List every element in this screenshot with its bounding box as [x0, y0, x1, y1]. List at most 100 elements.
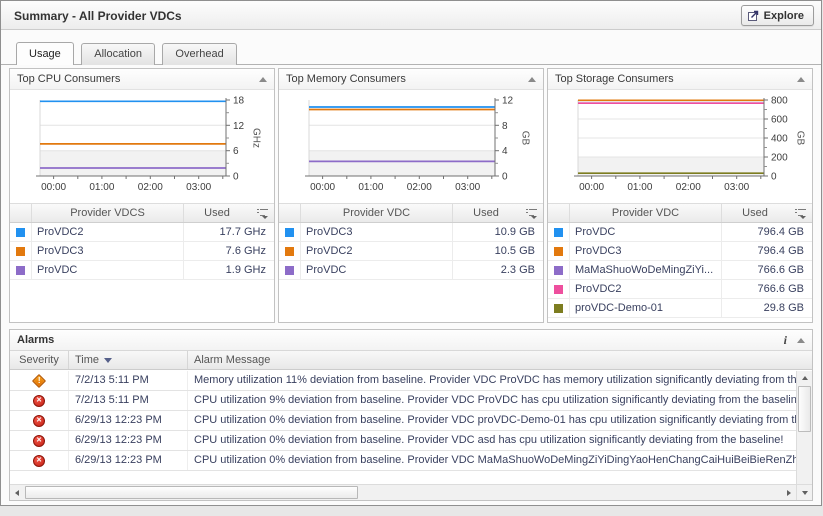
table-row[interactable]: ProVDC210.5 GB [279, 242, 543, 261]
svg-text:400: 400 [771, 134, 788, 145]
svg-text:GB: GB [795, 131, 806, 146]
info-icon[interactable]: i [784, 334, 787, 346]
provider-vdc-name: ProVDC [301, 261, 453, 279]
svg-text:200: 200 [771, 153, 788, 164]
panel-title: Top Storage Consumers [555, 73, 674, 85]
alarm-row[interactable]: !7/2/13 5:11 PMMemory utilization 11% de… [10, 371, 796, 391]
svg-text:6: 6 [233, 146, 239, 157]
svg-text:GB: GB [519, 131, 530, 146]
svg-text:03:00: 03:00 [724, 182, 749, 193]
series-swatch [10, 261, 32, 279]
table-row[interactable]: MaMaShuoWoDeMingZiYi...766.6 GB [548, 261, 812, 280]
horizontal-scrollbar[interactable] [10, 484, 796, 500]
panel-header: Top Memory Consumers [279, 69, 543, 90]
storage-consumers-table: ProVDC796.4 GBProVDC3796.4 GBMaMaShuoWoD… [548, 223, 812, 322]
scroll-left-button[interactable] [10, 485, 24, 500]
scroll-right-button[interactable] [782, 485, 796, 500]
alarm-time: 7/2/13 5:11 PM [69, 371, 188, 390]
memory-consumers-table: ProVDC310.9 GBProVDC210.5 GBProVDC2.3 GB [279, 223, 543, 322]
panel-top-memory-consumers: Top Memory Consumers 00:00 01:00 02:00 03:0… [278, 68, 544, 323]
table-header: Provider VDC Used [279, 203, 543, 223]
panel-title: Top Memory Consumers [286, 73, 406, 85]
customizer-icon[interactable] [519, 204, 543, 222]
svg-text:02:00: 02:00 [407, 182, 432, 193]
table-row[interactable]: ProVDC3796.4 GB [548, 242, 812, 261]
column-used[interactable]: Used [722, 204, 788, 222]
column-used[interactable]: Used [453, 204, 519, 222]
vertical-scrollbar[interactable] [796, 371, 812, 484]
table-row[interactable]: ProVDC217.7 GHz [10, 223, 274, 242]
column-provider-vdc[interactable]: Provider VDC [301, 204, 453, 222]
provider-vdc-name: ProVDC2 [32, 223, 184, 241]
column-alarm-message[interactable]: Alarm Message [188, 351, 812, 369]
svg-text:03:00: 03:00 [455, 182, 480, 193]
alarm-message: CPU utilization 0% deviation from baseli… [188, 411, 796, 430]
table-row[interactable]: ProVDC2766.6 GB [548, 280, 812, 299]
table-row[interactable]: ProVDC310.9 GB [279, 223, 543, 242]
warning-severity-icon: ! [32, 373, 46, 387]
column-time-label: Time [75, 351, 99, 369]
alarms-table: !7/2/13 5:11 PMMemory utilization 11% de… [10, 371, 796, 484]
table-row[interactable]: ProVDC796.4 GB [548, 223, 812, 242]
collapse-icon[interactable] [259, 77, 267, 82]
series-swatch [548, 261, 570, 279]
series-swatch [10, 242, 32, 260]
tab-allocation[interactable]: Allocation [81, 43, 155, 65]
panel-header: Top CPU Consumers [10, 69, 274, 90]
collapse-icon[interactable] [797, 338, 805, 343]
table-row[interactable]: proVDC-Demo-0129.8 GB [548, 299, 812, 318]
table-row[interactable]: ProVDC2.3 GB [279, 261, 543, 280]
table-row[interactable]: ProVDC37.6 GHz [10, 242, 274, 261]
alarm-row[interactable]: ✕6/29/13 12:23 PMCPU utilization 0% devi… [10, 431, 796, 451]
used-value: 7.6 GHz [184, 242, 274, 260]
alarm-message: CPU utilization 9% deviation from baseli… [188, 391, 796, 410]
scroll-down-button[interactable] [796, 484, 812, 500]
alarm-time: 7/2/13 5:11 PM [69, 391, 188, 410]
provider-vdc-name: ProVDC2 [301, 242, 453, 260]
alarm-row[interactable]: ✕6/29/13 12:23 PMCPU utilization 0% devi… [10, 411, 796, 431]
sort-desc-icon [104, 358, 112, 363]
collapse-icon[interactable] [528, 77, 536, 82]
svg-text:4: 4 [502, 146, 508, 157]
critical-severity-icon: ✕ [33, 395, 45, 407]
alarm-time: 6/29/13 12:23 PM [69, 451, 188, 470]
column-severity[interactable]: Severity [10, 351, 69, 369]
svg-text:00:00: 00:00 [579, 182, 604, 193]
vertical-scroll-thumb[interactable] [798, 386, 811, 432]
collapse-icon[interactable] [797, 77, 805, 82]
scroll-up-button[interactable] [797, 371, 812, 385]
alarm-row[interactable]: ✕ 7/2/13 5:11 PMCPU utilization 9% deviat… [10, 391, 796, 411]
table-row[interactable]: ProVDC1.9 GHz [10, 261, 274, 280]
alarms-title: Alarms [17, 334, 54, 346]
alarms-column-header: Severity Time Alarm Message [10, 351, 812, 370]
explore-icon [748, 10, 759, 21]
explore-button[interactable]: Explore [741, 5, 814, 26]
alarm-row[interactable]: ✕6/29/13 12:23 PMCPU utilization 0% devi… [10, 451, 796, 471]
column-used[interactable]: Used [184, 204, 250, 222]
svg-text:12: 12 [233, 121, 245, 132]
svg-text:01:00: 01:00 [358, 182, 383, 193]
tab-usage[interactable]: Usage [16, 42, 74, 65]
column-time[interactable]: Time [69, 351, 188, 369]
series-swatch [279, 242, 301, 260]
provider-vdc-name: ProVDC3 [32, 242, 184, 260]
critical-severity-icon: ✕ [33, 455, 45, 467]
explore-label: Explore [764, 10, 804, 22]
provider-vdc-name: ProVDC [570, 223, 722, 241]
provider-vdc-name: ProVDC3 [301, 223, 453, 241]
column-provider-vdc[interactable]: Provider VDCS [32, 204, 184, 222]
customizer-icon[interactable] [788, 204, 812, 222]
used-value: 10.5 GB [453, 242, 543, 260]
svg-text:12: 12 [502, 96, 514, 107]
svg-text:00:00: 00:00 [310, 182, 335, 193]
customizer-icon[interactable] [250, 204, 274, 222]
column-provider-vdc[interactable]: Provider VDC [570, 204, 722, 222]
used-value: 17.7 GHz [184, 223, 274, 241]
svg-text:0: 0 [502, 172, 508, 183]
memory-chart: 00:00 01:00 02:00 03:00 0 4 8 12 GB [279, 90, 543, 203]
horizontal-scroll-thumb[interactable] [25, 486, 358, 499]
critical-severity-icon: ✕ [33, 415, 45, 427]
svg-text:8: 8 [502, 121, 508, 132]
used-value: 10.9 GB [453, 223, 543, 241]
tab-overhead[interactable]: Overhead [162, 43, 236, 65]
